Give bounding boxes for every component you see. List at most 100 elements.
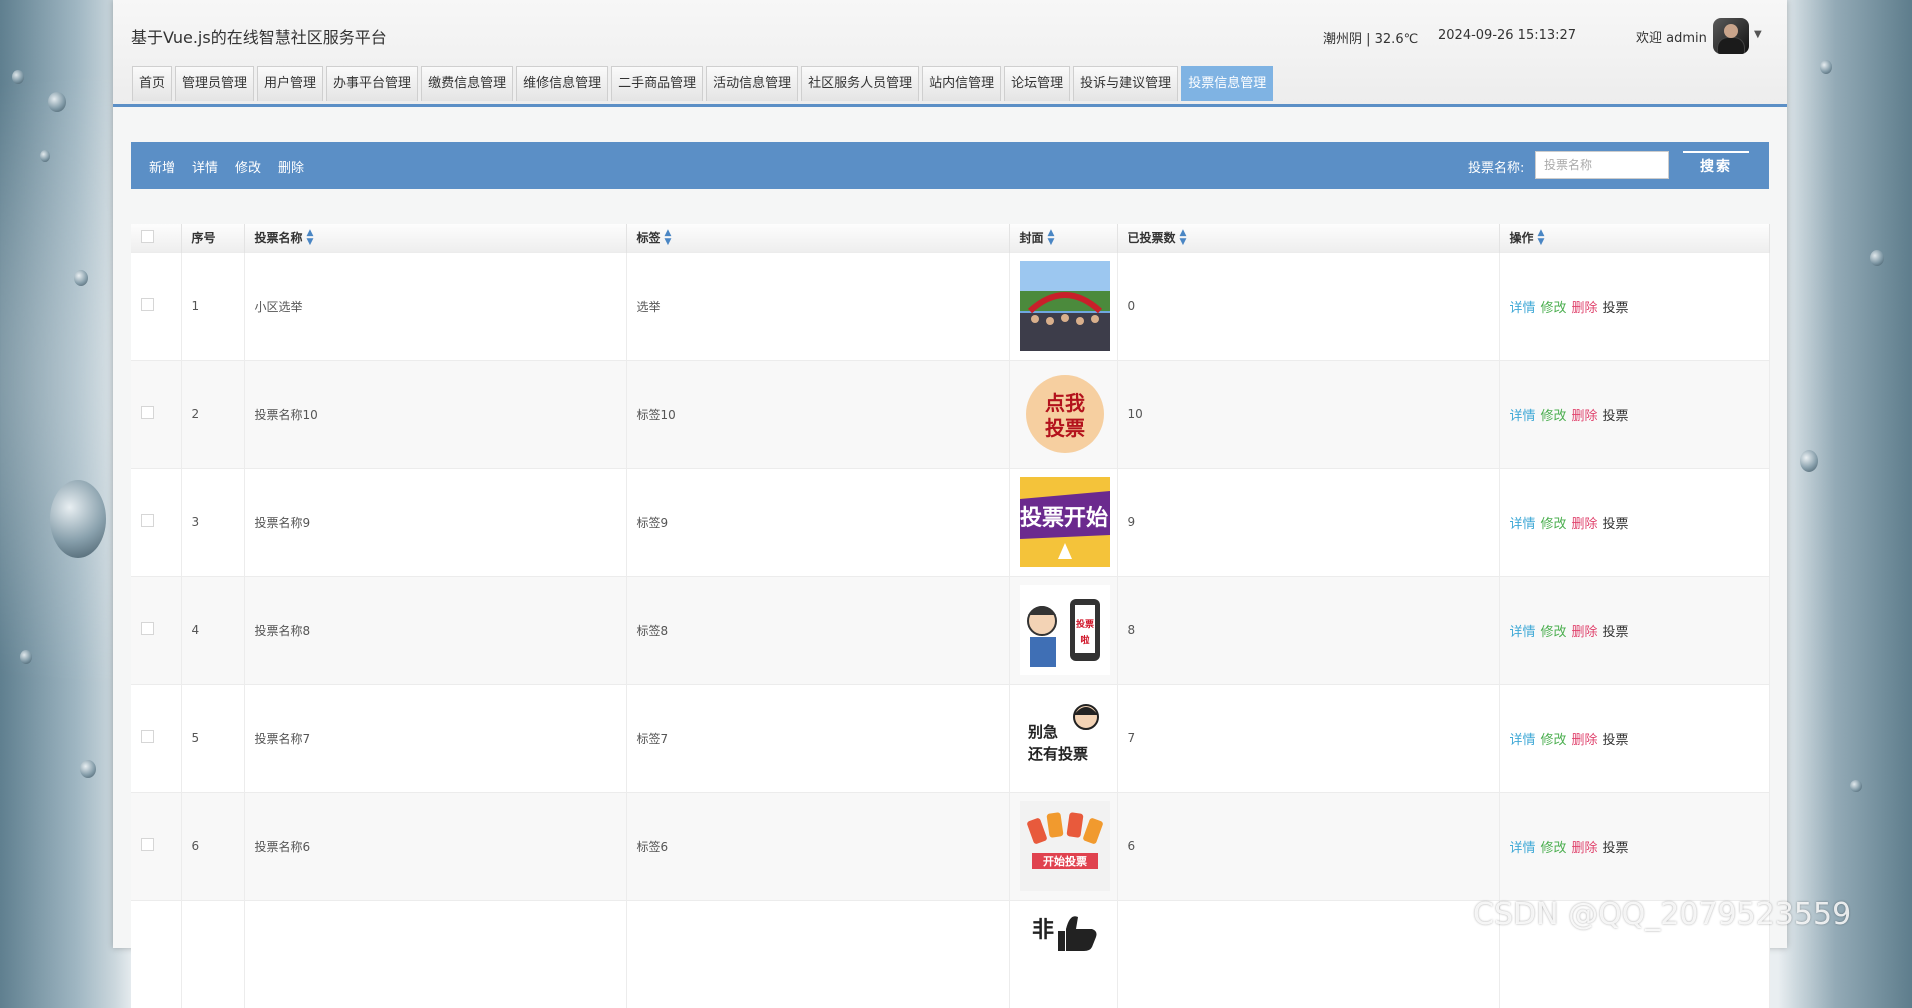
cover-image-cartoon-vote[interactable]: 投票 啦: [1019, 585, 1110, 675]
row-delete-link[interactable]: 删除: [1572, 625, 1598, 640]
cover-cell: 投票 啦: [1009, 575, 1118, 684]
tab-complaints[interactable]: 投诉与建议管理: [1073, 66, 1179, 101]
table-row[interactable]: 1 小区选举 选举 0 详情 修改 删除 投票: [131, 251, 1770, 360]
row-edit-link[interactable]: 修改: [1541, 841, 1567, 856]
row-vote-link[interactable]: 投票: [1603, 409, 1629, 424]
search-label: 投票名称:: [1468, 161, 1525, 176]
cover-text: 别急: [1027, 723, 1058, 741]
tab-admin-management[interactable]: 管理员管理: [175, 66, 255, 101]
vote-name: 投票名称7: [244, 683, 627, 792]
select-all-checkbox[interactable]: [141, 229, 154, 243]
row-checkbox[interactable]: [141, 514, 154, 527]
table-row[interactable]: 2 投票名称10 标签10 点我 投票 10 详情 修改 删除 投票: [131, 359, 1770, 468]
vote-count: [1117, 899, 1500, 1008]
tab-service-platform[interactable]: 办事平台管理: [326, 66, 419, 101]
row-vote-link[interactable]: 投票: [1603, 841, 1629, 856]
row-detail-link[interactable]: 详情: [1510, 301, 1536, 316]
cover-image-thumbs-up[interactable]: 非: [1019, 906, 1110, 997]
cover-image-phones-vote[interactable]: 开始投票: [1019, 801, 1110, 891]
chevron-down-icon[interactable]: ▼: [1754, 29, 1762, 40]
sort-icon[interactable]: ▲ ▼: [1048, 229, 1055, 247]
row-delete-link[interactable]: 删除: [1572, 733, 1598, 748]
column-header-votes[interactable]: 已投票数 ▲ ▼: [1117, 224, 1500, 252]
cover-cell: 投票开始: [1009, 467, 1118, 576]
search-button[interactable]: 搜索: [1683, 151, 1749, 179]
column-header-name[interactable]: 投票名称 ▲ ▼: [244, 224, 627, 252]
column-header-actions[interactable]: 操作 ▲ ▼: [1499, 224, 1770, 252]
cover-image-crowd[interactable]: [1019, 261, 1110, 351]
row-detail-link[interactable]: 详情: [1510, 409, 1536, 424]
row-vote-link[interactable]: 投票: [1603, 301, 1629, 316]
tab-activity[interactable]: 活动信息管理: [706, 66, 799, 101]
row-actions: 详情 修改 删除 投票: [1499, 359, 1770, 468]
cover-cell: 开始投票: [1009, 791, 1118, 900]
row-actions: 详情 修改 删除 投票: [1499, 791, 1770, 900]
vote-count: 0: [1117, 251, 1500, 360]
row-detail-link[interactable]: 详情: [1510, 517, 1536, 532]
table-row[interactable]: 6 投票名称6 标签6 开始投票 6 详情 修改 删除 投票: [131, 791, 1770, 900]
cover-text: 还有投票: [1027, 745, 1088, 763]
tab-repair[interactable]: 维修信息管理: [516, 66, 609, 101]
sort-icon[interactable]: ▲ ▼: [665, 229, 672, 247]
table-row[interactable]: 4 投票名称8 标签8 投票 啦 8 详情 修改 删除 投票: [131, 575, 1770, 684]
row-number: [181, 899, 245, 1008]
add-button[interactable]: 新增: [149, 157, 175, 176]
detail-button[interactable]: 详情: [192, 157, 218, 176]
tab-messages[interactable]: 站内信管理: [922, 66, 1002, 101]
background-drop: [1820, 60, 1832, 74]
background-drop: [20, 650, 32, 664]
row-vote-link[interactable]: 投票: [1603, 625, 1629, 640]
row-number: 3: [181, 467, 245, 576]
row-checkbox[interactable]: [141, 406, 154, 419]
row-detail-link[interactable]: 详情: [1510, 733, 1536, 748]
row-delete-link[interactable]: 删除: [1572, 409, 1598, 424]
delete-button[interactable]: 删除: [278, 157, 304, 176]
search-input[interactable]: [1535, 151, 1669, 179]
row-detail-link[interactable]: 详情: [1510, 841, 1536, 856]
tab-service-staff[interactable]: 社区服务人员管理: [801, 66, 920, 101]
row-edit-link[interactable]: 修改: [1541, 517, 1567, 532]
cover-image-click-to-vote[interactable]: 点我 投票: [1019, 369, 1110, 459]
sort-icon[interactable]: ▲ ▼: [307, 229, 314, 247]
row-delete-link[interactable]: 删除: [1572, 841, 1598, 856]
row-checkbox[interactable]: [141, 298, 154, 311]
row-edit-link[interactable]: 修改: [1541, 301, 1567, 316]
tab-vote-management[interactable]: 投票信息管理: [1181, 66, 1274, 101]
background-drop: [1800, 450, 1818, 472]
site-title: 基于Vue.js的在线智慧社区服务平台: [131, 28, 387, 47]
sort-icon[interactable]: ▲ ▼: [1538, 229, 1545, 247]
column-header-cover[interactable]: 封面 ▲ ▼: [1009, 224, 1118, 252]
vote-tag: 标签7: [626, 683, 1010, 792]
row-edit-link[interactable]: 修改: [1541, 409, 1567, 424]
sort-icon[interactable]: ▲ ▼: [1180, 229, 1187, 247]
row-delete-link[interactable]: 删除: [1572, 517, 1598, 532]
row-delete-link[interactable]: 删除: [1572, 301, 1598, 316]
row-detail-link[interactable]: 详情: [1510, 625, 1536, 640]
column-header-no: 序号: [181, 224, 245, 252]
tab-payment[interactable]: 缴费信息管理: [421, 66, 514, 101]
row-checkbox[interactable]: [141, 838, 154, 851]
row-actions: 详情 修改 删除 投票: [1499, 467, 1770, 576]
background-drop: [1870, 250, 1884, 266]
row-vote-link[interactable]: 投票: [1603, 517, 1629, 532]
top-header: 基于Vue.js的在线智慧社区服务平台 潮州阴 | 32.6℃ 2024-09-…: [113, 0, 1787, 107]
table-row[interactable]: 3 投票名称9 标签9 投票开始 9 详情 修改 删除 投票: [131, 467, 1770, 576]
tab-home[interactable]: 首页: [132, 66, 173, 101]
edit-button[interactable]: 修改: [235, 157, 261, 176]
cover-image-dont-rush[interactable]: 别急 还有投票: [1019, 693, 1110, 783]
tab-user-management[interactable]: 用户管理: [257, 66, 324, 101]
action-toolbar: 新增 详情 修改 删除 投票名称: 搜索: [131, 142, 1769, 189]
tab-second-hand[interactable]: 二手商品管理: [611, 66, 704, 101]
column-header-tag[interactable]: 标签 ▲ ▼: [626, 224, 1010, 252]
row-checkbox[interactable]: [141, 730, 154, 743]
row-edit-link[interactable]: 修改: [1541, 733, 1567, 748]
row-edit-link[interactable]: 修改: [1541, 625, 1567, 640]
table-row[interactable]: 5 投票名称7 标签7 别急 还有投票 7 详情 修改 删除 投票: [131, 683, 1770, 792]
row-number: 1: [181, 251, 245, 360]
background-drop: [80, 760, 96, 778]
row-checkbox[interactable]: [141, 622, 154, 635]
avatar[interactable]: [1713, 18, 1749, 54]
tab-forum[interactable]: 论坛管理: [1004, 66, 1071, 101]
row-vote-link[interactable]: 投票: [1603, 733, 1629, 748]
cover-image-vote-start[interactable]: 投票开始: [1019, 477, 1110, 567]
